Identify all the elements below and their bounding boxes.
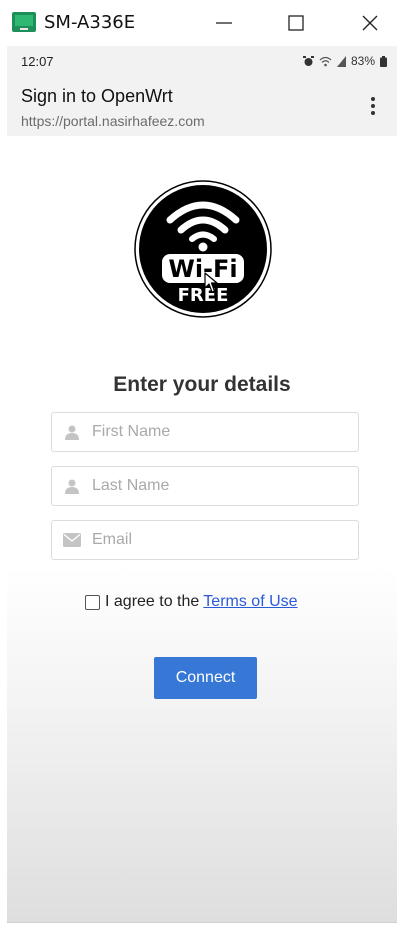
signal-icon — [336, 55, 346, 67]
logo-wifi-text: Wi-Fi — [168, 255, 237, 283]
status-icons: 83% — [302, 54, 387, 68]
form-heading: Enter your details — [113, 373, 291, 396]
maximize-button[interactable] — [276, 6, 316, 40]
phone-screen: 12:07 83% Sign in to OpenWrt https://por… — [7, 46, 397, 923]
maximize-icon — [288, 15, 304, 31]
captive-portal-page: Wi-Fi FREE Enter your details First Name… — [7, 136, 397, 922]
page-url: https://portal.nasirhafeez.com — [21, 113, 205, 129]
mouse-cursor-icon — [204, 272, 218, 293]
app-icon — [12, 12, 36, 32]
agree-label: I agree to the — [105, 593, 200, 610]
email-input[interactable] — [92, 522, 342, 558]
minimize-button[interactable] — [204, 6, 244, 40]
more-options-button[interactable] — [361, 92, 385, 120]
more-vert-icon — [371, 97, 375, 101]
logo-free-text: FREE — [178, 285, 229, 306]
status-bar: 12:07 83% — [7, 46, 397, 78]
battery-percentage: 83% — [350, 54, 375, 68]
minimize-icon — [216, 22, 232, 24]
wifi-icon — [319, 56, 332, 66]
user-icon — [52, 412, 92, 452]
more-vert-icon — [371, 104, 375, 108]
first-name-field[interactable] — [51, 412, 359, 452]
terms-of-use-link[interactable]: Terms of Use — [203, 593, 297, 611]
last-name-field[interactable] — [51, 466, 359, 506]
page-title: Sign in to OpenWrt — [21, 86, 173, 106]
alarm-icon — [302, 55, 314, 66]
app-bar: Sign in to OpenWrt https://portal.nasirh… — [7, 78, 397, 136]
connect-button[interactable]: Connect — [154, 657, 257, 699]
email-field[interactable] — [51, 520, 359, 560]
battery-icon — [380, 55, 387, 67]
close-button[interactable] — [350, 6, 390, 40]
wifi-free-logo: Wi-Fi FREE — [134, 180, 272, 318]
user-icon — [52, 466, 92, 506]
terms-agreement: I agree to the Terms of Use — [85, 593, 298, 611]
window-title: SM-A336E — [44, 12, 136, 33]
status-time: 12:07 — [21, 54, 54, 69]
close-icon — [362, 15, 378, 31]
first-name-input[interactable] — [92, 414, 342, 450]
last-name-input[interactable] — [92, 468, 342, 504]
window-title-bar: SM-A336E — [0, 0, 399, 46]
terms-checkbox[interactable] — [85, 594, 100, 610]
email-icon — [52, 520, 92, 560]
more-vert-icon — [371, 111, 375, 115]
